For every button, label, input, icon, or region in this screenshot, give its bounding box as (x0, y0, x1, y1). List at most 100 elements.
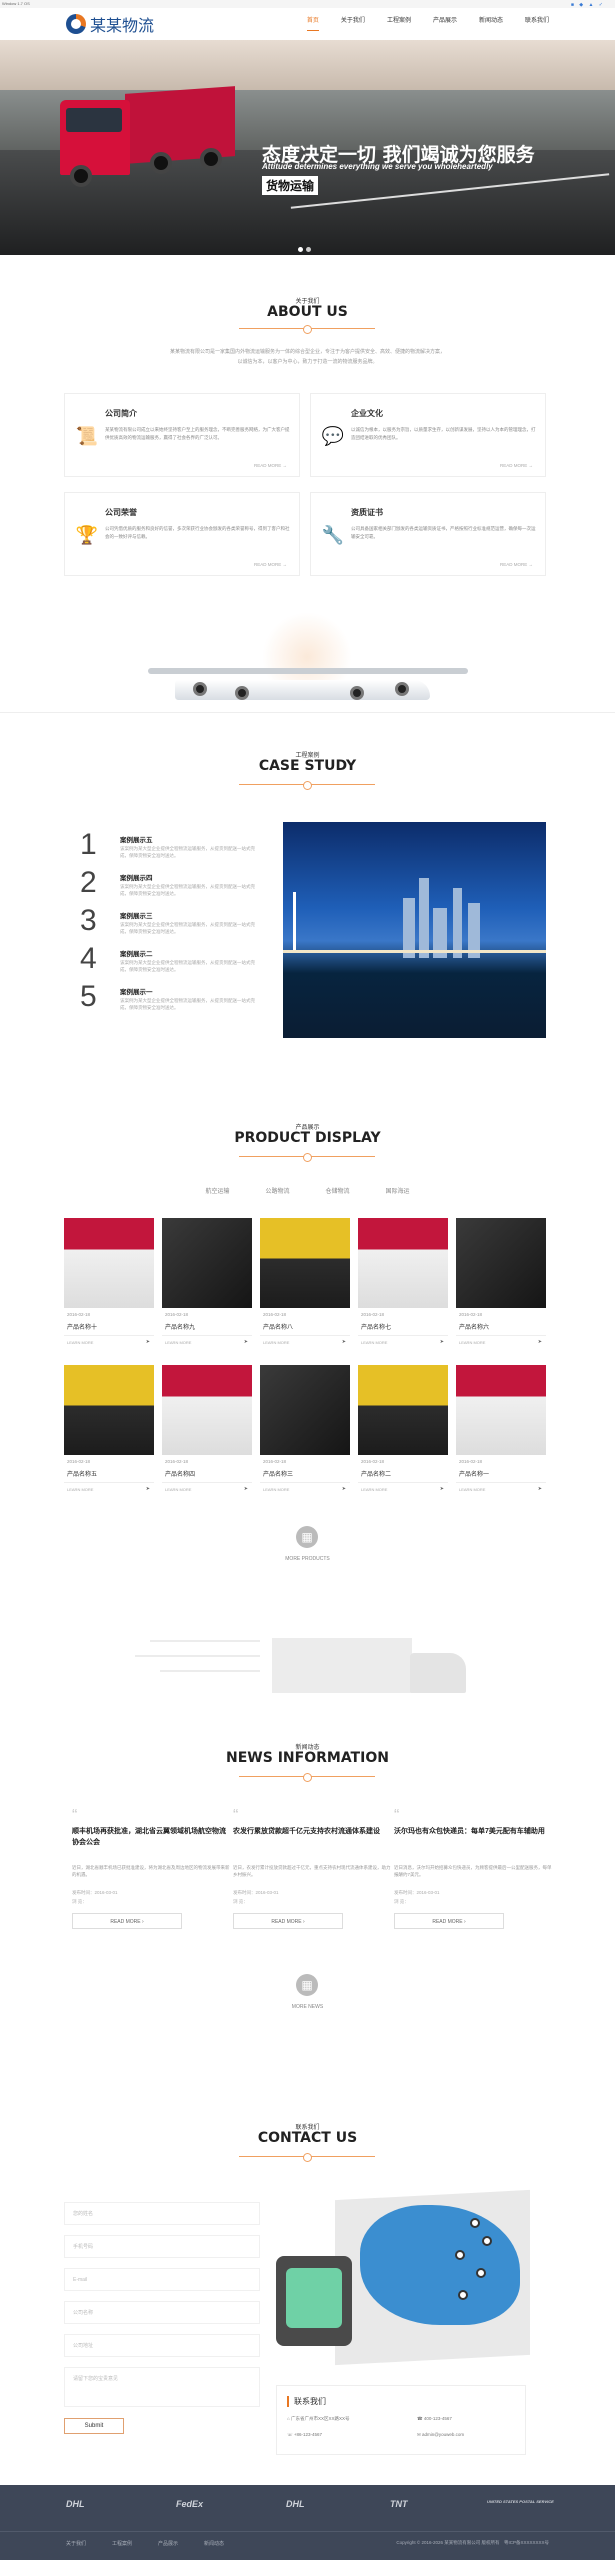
footer-link-about[interactable]: 关于我们 (66, 2540, 86, 2547)
name-field[interactable]: 您的姓名 (64, 2202, 260, 2225)
learn-more-link[interactable]: LEARN MORE (165, 1340, 191, 1345)
learn-more-link[interactable]: LEARN MORE (67, 1487, 93, 1492)
logo[interactable]: 某某物流 (66, 12, 154, 36)
news-title[interactable]: 沃尔玛也有众包快递员：每单7美元配有车辅助用 (394, 1826, 552, 1860)
read-more-link[interactable]: READ MORE → (254, 562, 287, 567)
case-image[interactable] (283, 822, 546, 1038)
footer-link-cases[interactable]: 工程案例 (112, 2540, 132, 2547)
product-name[interactable]: 产品名称九 (165, 1322, 195, 1331)
product-card[interactable]: 2016-02-18 产品名称一 LEARN MORE ➤ (456, 1365, 546, 1510)
case-title[interactable]: 案例展示三 (120, 910, 153, 920)
product-card[interactable]: 2016-02-18 产品名称十 LEARN MORE ➤ (64, 1218, 154, 1363)
more-news-link[interactable]: MORE NEWS (0, 2004, 615, 2010)
product-name[interactable]: 产品名称一 (459, 1469, 489, 1478)
arrow-right-icon[interactable]: ➤ (244, 1486, 248, 1492)
about-card-profile[interactable]: 📜 公司简介 某某物流有限公司成立以来始终坚持客户至上的服务理念，不断完善服务网… (64, 393, 300, 477)
nav-item-cases[interactable]: 工程案例 (387, 15, 411, 31)
product-image[interactable] (64, 1365, 154, 1455)
nav-item-about[interactable]: 关于我们 (341, 15, 365, 31)
news-item[interactable]: “ 农发行累放贷款超千亿元支持农村流通体系建设 近日，农发行累计投放贷款超过千亿… (233, 1808, 391, 1929)
read-more-button[interactable]: READ MORE › (394, 1913, 504, 1929)
nav-item-news[interactable]: 新闻动态 (479, 15, 503, 31)
learn-more-link[interactable]: LEARN MORE (67, 1340, 93, 1345)
product-card[interactable]: 2016-02-18 产品名称七 LEARN MORE ➤ (358, 1218, 448, 1363)
carousel-dot[interactable] (298, 247, 303, 252)
company-field[interactable]: 公司名称 (64, 2301, 260, 2324)
product-name[interactable]: 产品名称十 (67, 1322, 97, 1331)
read-more-button[interactable]: READ MORE › (72, 1913, 182, 1929)
footer-link-products[interactable]: 产品展示 (158, 2540, 178, 2547)
email-field[interactable]: E-mail (64, 2268, 260, 2291)
news-item[interactable]: “ 顺丰机场再获批准，湖北省云翼领域机场航空物流协会公会 近日，湖北省顺丰机场已… (72, 1808, 230, 1929)
arrow-right-icon[interactable]: ➤ (440, 1339, 444, 1345)
case-title[interactable]: 案例展示一 (120, 986, 153, 996)
product-image[interactable] (64, 1218, 154, 1308)
product-name[interactable]: 产品名称四 (165, 1469, 195, 1478)
read-more-link[interactable]: READ MORE → (500, 463, 533, 468)
learn-more-link[interactable]: LEARN MORE (361, 1487, 387, 1492)
product-image[interactable] (162, 1218, 252, 1308)
email-text[interactable]: ✉ admin@youweb.com (417, 2432, 464, 2438)
partner-logo-fedex[interactable]: FedEx (176, 2499, 203, 2509)
partner-logo-dhl[interactable]: DHL (286, 2499, 305, 2509)
product-image[interactable] (358, 1365, 448, 1455)
tab-road[interactable]: 公路物流 (265, 1186, 289, 1195)
case-title[interactable]: 案例展示四 (120, 872, 153, 882)
about-card-culture[interactable]: 💬 企业文化 以诚信为根本，以服务为宗旨，以质量求生存，以创新谋发展，坚持以人为… (310, 393, 546, 477)
product-card[interactable]: 2016-02-18 产品名称四 LEARN MORE ➤ (162, 1365, 252, 1510)
phone-field[interactable]: 手机号码 (64, 2235, 260, 2258)
submit-button[interactable]: Submit (64, 2418, 124, 2434)
learn-more-link[interactable]: LEARN MORE (459, 1340, 485, 1345)
product-image[interactable] (456, 1365, 546, 1455)
about-card-cert[interactable]: 🔧 资质证书 公司具备国家相关部门颁发的各类运输资质证书，严格按照行业标准规范运… (310, 492, 546, 576)
address-field[interactable]: 公司地址 (64, 2334, 260, 2357)
read-more-link[interactable]: READ MORE → (254, 463, 287, 468)
product-image[interactable] (162, 1365, 252, 1455)
learn-more-link[interactable]: LEARN MORE (459, 1487, 485, 1492)
arrow-right-icon[interactable]: ➤ (342, 1486, 346, 1492)
hero-banner[interactable]: 态度决定一切 我们竭诚为您服务 Attitude determines ever… (0, 40, 615, 255)
case-title[interactable]: 案例展示五 (120, 834, 153, 844)
read-more-button[interactable]: READ MORE › (233, 1913, 343, 1929)
nav-item-contact[interactable]: 联系我们 (525, 15, 549, 31)
news-item[interactable]: “ 沃尔玛也有众包快递员：每单7美元配有车辅助用 近日消息，沃尔玛开始招募众包快… (394, 1808, 552, 1929)
grid-icon[interactable]: ▦ (296, 1526, 318, 1548)
product-name[interactable]: 产品名称八 (263, 1322, 293, 1331)
arrow-right-icon[interactable]: ➤ (538, 1339, 542, 1345)
carousel-dot[interactable] (306, 247, 311, 252)
case-title[interactable]: 案例展示二 (120, 948, 153, 958)
learn-more-link[interactable]: LEARN MORE (361, 1340, 387, 1345)
tab-sea[interactable]: 国际海运 (386, 1186, 410, 1195)
arrow-right-icon[interactable]: ➤ (342, 1339, 346, 1345)
about-card-honor[interactable]: 🏆 公司荣誉 公司凭借优质的服务和良好的信誉，多次荣获行业协会颁发的各类荣誉称号… (64, 492, 300, 576)
arrow-right-icon[interactable]: ➤ (244, 1339, 248, 1345)
news-title[interactable]: 顺丰机场再获批准，湖北省云翼领域机场航空物流协会公会 (72, 1826, 230, 1860)
product-name[interactable]: 产品名称六 (459, 1322, 489, 1331)
learn-more-link[interactable]: LEARN MORE (165, 1487, 191, 1492)
tab-air[interactable]: 航空运输 (205, 1186, 229, 1195)
more-products-link[interactable]: MORE PRODUCTS (0, 1556, 615, 1562)
partner-logo-tnt[interactable]: TNT (390, 2499, 408, 2509)
nav-item-home[interactable]: 首页 (306, 15, 319, 31)
news-title[interactable]: 农发行累放贷款超千亿元支持农村流通体系建设 (233, 1826, 391, 1860)
grid-icon[interactable]: ▦ (296, 1974, 318, 1996)
arrow-right-icon[interactable]: ➤ (440, 1486, 444, 1492)
product-card[interactable]: 2016-02-18 产品名称五 LEARN MORE ➤ (64, 1365, 154, 1510)
product-card[interactable]: 2016-02-18 产品名称二 LEARN MORE ➤ (358, 1365, 448, 1510)
partner-logo-usps[interactable]: UNITED STATES POSTAL SERVICE (487, 2499, 557, 2505)
learn-more-link[interactable]: LEARN MORE (263, 1340, 289, 1345)
partner-logo-dhl[interactable]: DHL (66, 2499, 85, 2509)
read-more-link[interactable]: READ MORE → (500, 562, 533, 567)
arrow-right-icon[interactable]: ➤ (538, 1486, 542, 1492)
product-name[interactable]: 产品名称五 (67, 1469, 97, 1478)
product-image[interactable] (358, 1218, 448, 1308)
tab-warehouse[interactable]: 仓储物流 (326, 1186, 350, 1195)
message-field[interactable]: 请留下您的宝贵意见 (64, 2367, 260, 2407)
product-name[interactable]: 产品名称三 (263, 1469, 293, 1478)
product-image[interactable] (456, 1218, 546, 1308)
product-card[interactable]: 2016-02-18 产品名称六 LEARN MORE ➤ (456, 1218, 546, 1363)
product-name[interactable]: 产品名称七 (361, 1322, 391, 1331)
learn-more-link[interactable]: LEARN MORE (263, 1487, 289, 1492)
arrow-right-icon[interactable]: ➤ (146, 1486, 150, 1492)
product-card[interactable]: 2016-02-18 产品名称九 LEARN MORE ➤ (162, 1218, 252, 1363)
